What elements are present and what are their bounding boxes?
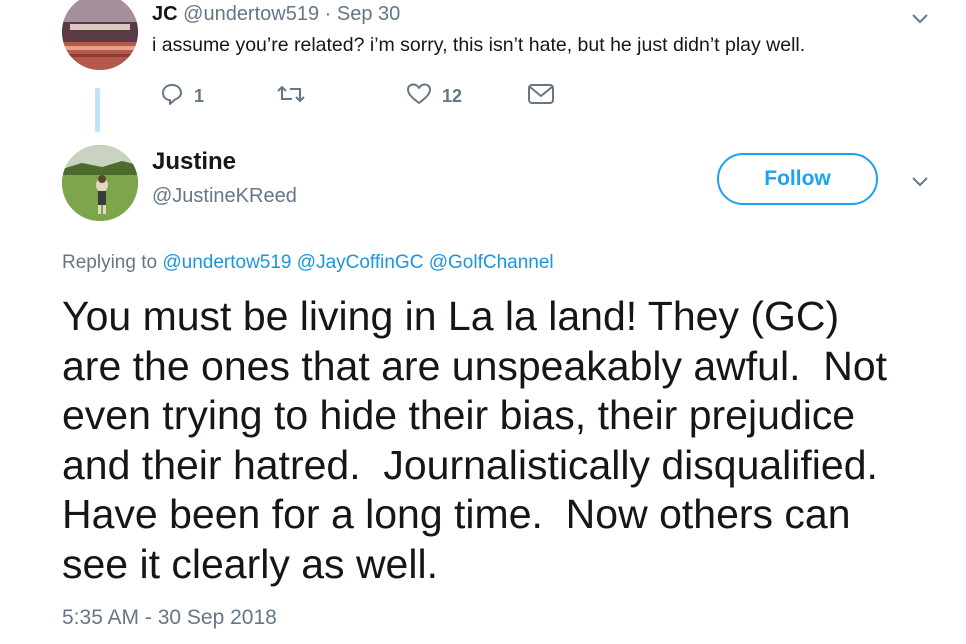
reply-author-name[interactable]: JC <box>152 3 178 25</box>
direct-message-action[interactable] <box>527 82 555 111</box>
reply-bubble-icon <box>160 82 184 111</box>
reply-avatar[interactable] <box>62 0 138 70</box>
tweet-text-line: You must be living in La la land! They (… <box>62 293 840 339</box>
like-action[interactable]: 12 <box>406 82 462 111</box>
reply-count: 1 <box>194 86 205 106</box>
tweet-text: You must be living in La la land! They (… <box>62 292 942 589</box>
main-author-name[interactable]: Justine <box>152 148 236 176</box>
reply-text: i assume you’re related? i’m sorry, this… <box>152 34 806 56</box>
retweet-action[interactable] <box>276 82 316 111</box>
replying-to-label: Replying to <box>62 252 158 273</box>
tweet-text-line: and their hatred. Journalistically disqu… <box>62 441 878 488</box>
reply-separator-dot: · <box>324 3 332 25</box>
reply-author-handle[interactable]: @undertow519 <box>183 3 319 25</box>
heart-icon <box>406 82 432 111</box>
reply-action[interactable]: 1 <box>160 82 204 111</box>
tweet-text-line: even trying to hide their bias, their pr… <box>62 392 856 438</box>
main-caret-icon[interactable] <box>909 170 931 192</box>
tweet-text-line: see it clearly as well. <box>62 540 438 587</box>
reply-caret-icon[interactable] <box>909 7 931 29</box>
stadium-avatar-image <box>62 0 138 70</box>
thread-connector-line <box>95 88 100 132</box>
tweet-text-line: Have been for a long time. Now others ca… <box>62 491 851 537</box>
mention-link[interactable]: @JayCoffinGC <box>297 252 424 273</box>
mention-link[interactable]: @GolfChannel <box>429 252 554 273</box>
reply-time[interactable]: Sep 30 <box>337 3 400 25</box>
golfer-avatar-image <box>62 145 138 221</box>
like-count: 12 <box>442 86 463 106</box>
retweet-icon <box>276 82 306 111</box>
main-avatar[interactable] <box>62 145 138 221</box>
tweet-text-line: are the ones that are unspeakably awful.… <box>62 342 888 389</box>
follow-button[interactable]: Follow <box>717 153 878 205</box>
replying-to-line: Replying to @undertow519 @JayCoffinGC @G… <box>62 252 554 274</box>
mention-link[interactable]: @undertow519 <box>162 252 291 273</box>
reply-header: JC @undertow519 · Sep 30 <box>152 3 400 26</box>
tweet-timestamp[interactable]: 5:35 AM - 30 Sep 2018 <box>62 606 277 630</box>
main-author-handle[interactable]: @JustineKReed <box>152 185 297 208</box>
envelope-icon <box>527 82 555 111</box>
